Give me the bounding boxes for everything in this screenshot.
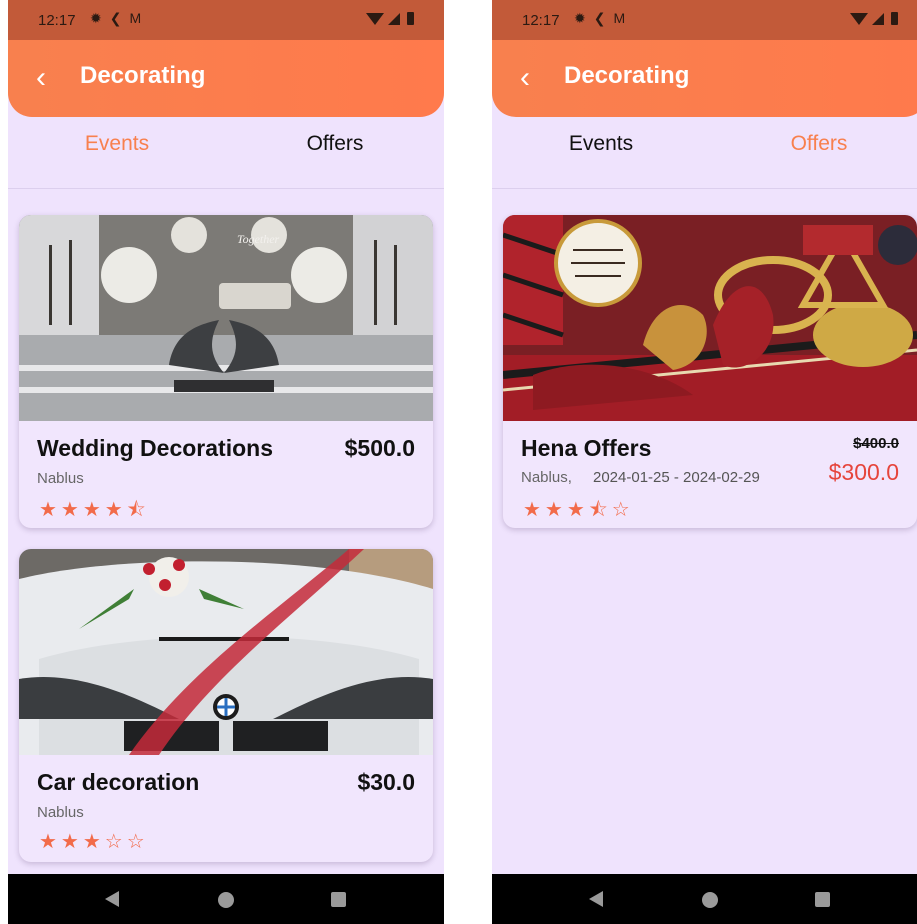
chevron-left-icon[interactable]: ‹ bbox=[520, 60, 530, 96]
card-price: $500.0 bbox=[344, 435, 415, 461]
cell-signal-icon bbox=[872, 12, 884, 25]
cell-signal-icon bbox=[388, 12, 400, 25]
offer-card-hena[interactable]: Hena Offers $400.0 $300.0 Nablus, 2024-0… bbox=[503, 215, 917, 528]
nav-home-icon[interactable] bbox=[218, 892, 234, 908]
app-bar: ‹ Decorating bbox=[492, 40, 917, 117]
rating-stars: ★★★★⯪ bbox=[39, 499, 150, 521]
battery-icon bbox=[407, 12, 414, 25]
card-location: Nablus bbox=[37, 804, 84, 821]
tab-bar: Events Offers bbox=[8, 118, 444, 188]
car-decoration-image bbox=[19, 549, 433, 755]
status-time: 12:17 bbox=[38, 12, 76, 29]
hena-offer-image bbox=[503, 215, 917, 421]
tab-offers[interactable]: Offers bbox=[226, 132, 444, 156]
card-location: Nablus, bbox=[521, 469, 572, 486]
gmail-icon: M bbox=[613, 10, 626, 26]
page-title: Decorating bbox=[564, 62, 690, 89]
wifi-icon bbox=[850, 12, 868, 25]
wifi-icon bbox=[366, 12, 384, 25]
system-nav-bar bbox=[8, 874, 444, 924]
tab-divider bbox=[492, 188, 917, 189]
event-card-wedding[interactable]: Together Wedding Decorations $500.0 Nabl… bbox=[19, 215, 433, 528]
status-time: 12:17 bbox=[522, 12, 560, 29]
battery-icon bbox=[891, 12, 898, 25]
card-location: Nablus bbox=[37, 470, 84, 487]
tab-events[interactable]: Events bbox=[492, 132, 710, 156]
offers-screen: 12:17 ✹ ❮ M ‹ Decorating Events Offers H… bbox=[492, 0, 917, 924]
event-card-car[interactable]: Car decoration $30.0 Nablus ★★★☆☆ bbox=[19, 549, 433, 862]
events-screen: 12:17 ✹ ❮ M ‹ Decorating Events Offers T… bbox=[8, 0, 444, 924]
rating-stars: ★★★⯪☆ bbox=[523, 499, 634, 521]
nav-back-icon[interactable] bbox=[589, 891, 603, 907]
tab-offers[interactable]: Offers bbox=[710, 132, 917, 156]
settings-gear-icon: ✹ bbox=[574, 10, 586, 26]
gmail-icon: M bbox=[129, 10, 142, 26]
assistant-icon: ❮ bbox=[593, 10, 606, 26]
nav-back-icon[interactable] bbox=[105, 891, 119, 907]
assistant-icon: ❮ bbox=[109, 10, 122, 26]
card-old-price: $400.0 bbox=[853, 435, 899, 452]
status-bar: 12:17 ✹ ❮ M bbox=[8, 0, 444, 40]
card-name: Wedding Decorations bbox=[37, 435, 273, 461]
card-name: Car decoration bbox=[37, 769, 200, 795]
card-name: Hena Offers bbox=[521, 435, 652, 461]
tab-events[interactable]: Events bbox=[8, 132, 226, 156]
nav-recents-icon[interactable] bbox=[815, 892, 830, 907]
settings-gear-icon: ✹ bbox=[90, 10, 102, 26]
rating-stars: ★★★☆☆ bbox=[39, 831, 149, 853]
card-sale-price: $300.0 bbox=[828, 459, 899, 485]
chevron-left-icon[interactable]: ‹ bbox=[36, 60, 46, 96]
system-nav-bar bbox=[492, 874, 917, 924]
nav-recents-icon[interactable] bbox=[331, 892, 346, 907]
card-price: $30.0 bbox=[357, 769, 415, 795]
page-title: Decorating bbox=[80, 62, 206, 89]
svg-text:Together: Together bbox=[237, 232, 280, 246]
tab-divider bbox=[8, 188, 444, 189]
app-bar: ‹ Decorating bbox=[8, 40, 444, 117]
nav-home-icon[interactable] bbox=[702, 892, 718, 908]
tab-bar: Events Offers bbox=[492, 118, 917, 188]
status-bar: 12:17 ✹ ❮ M bbox=[492, 0, 917, 40]
wedding-decoration-image: Together bbox=[19, 215, 433, 421]
offer-date-range: 2024-01-25 - 2024-02-29 bbox=[593, 469, 760, 486]
